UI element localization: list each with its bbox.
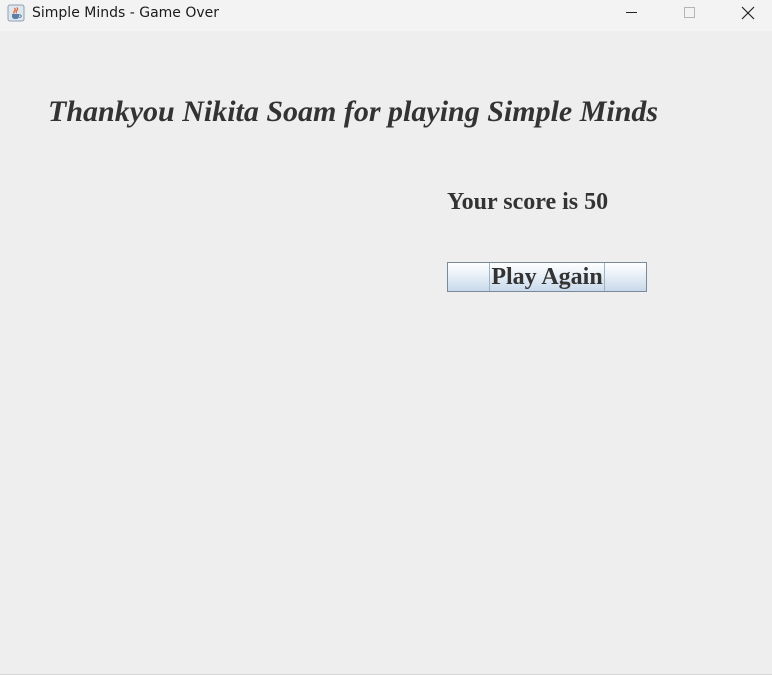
minimize-button[interactable]	[603, 0, 661, 31]
game-over-window: Simple Minds - Game Over Thankyou Nikita…	[0, 0, 772, 675]
play-again-button[interactable]: Play Again	[447, 262, 647, 292]
maximize-button[interactable]	[661, 0, 719, 31]
minimize-icon	[626, 12, 637, 13]
close-button[interactable]	[720, 0, 772, 31]
maximize-icon	[684, 7, 695, 18]
title-bar[interactable]: Simple Minds - Game Over	[0, 0, 772, 31]
java-cup-icon[interactable]	[7, 4, 25, 22]
content-panel: Thankyou Nikita Soam for playing Simple …	[0, 31, 772, 675]
window-title: Simple Minds - Game Over	[32, 5, 220, 21]
close-icon	[741, 6, 755, 20]
thank-you-message: Thankyou Nikita Soam for playing Simple …	[48, 95, 659, 128]
score-label: Your score is 50	[447, 189, 609, 215]
play-again-label: Play Again	[489, 263, 605, 291]
